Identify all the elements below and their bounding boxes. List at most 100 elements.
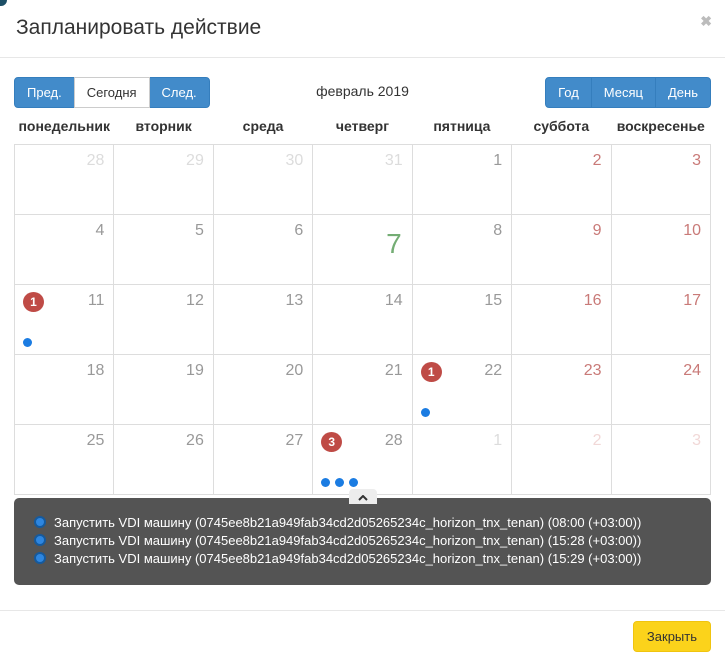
event-dots <box>23 338 32 347</box>
day-cell-22[interactable]: 1 22 <box>412 355 511 425</box>
day-cell-17[interactable]: 17 <box>611 285 710 355</box>
weekday-header: среда <box>213 112 312 145</box>
day-cell-3[interactable]: 3 <box>611 425 710 495</box>
calendar-week-row: 252627328123 <box>15 425 711 495</box>
day-number: 15 <box>484 292 502 310</box>
day-number: 5 <box>195 222 204 240</box>
calendar-week-row: 18 19 20 21 1 22 23 24 <box>15 355 711 425</box>
day-cell-26[interactable]: 26 <box>114 425 213 495</box>
day-cell-18[interactable]: 18 <box>15 355 114 425</box>
day-cell-10[interactable]: 10 <box>611 215 710 285</box>
day-number: 11 <box>88 292 105 310</box>
day-number: 7 <box>386 228 402 260</box>
day-number: 27 <box>285 432 303 450</box>
event-dots <box>421 408 430 417</box>
day-cell-9[interactable]: 9 <box>512 215 611 285</box>
day-cell-15[interactable]: 15 <box>412 285 511 355</box>
modal-header: Запланировать действие ✖ <box>0 0 725 58</box>
event-dot-icon <box>321 478 330 487</box>
day-number: 16 <box>584 292 602 310</box>
event-text: Запустить VDI машину (0745ee8b21a949fab3… <box>54 515 641 530</box>
view--button[interactable]: Год <box>545 77 592 108</box>
nav--button[interactable]: Сегодня <box>74 77 150 108</box>
day-number: 2 <box>593 152 602 170</box>
view--button[interactable]: Месяц <box>591 77 656 108</box>
day-cell-6[interactable]: 6 <box>213 215 312 285</box>
close-icon[interactable]: ✖ <box>700 14 712 28</box>
event-count-badge: 1 <box>23 292 44 312</box>
collapse-tab[interactable] <box>349 489 377 504</box>
day-cell-29[interactable]: 29 <box>114 145 213 215</box>
day-cell-31[interactable]: 31 <box>313 145 412 215</box>
event-dot-icon <box>421 408 430 417</box>
day-cell-24[interactable]: 24 <box>611 355 710 425</box>
calendar-table: понедельниквторниксредачетвергпятницасуб… <box>14 112 711 495</box>
modal-title: Запланировать действие <box>16 16 710 40</box>
day-cell-12[interactable]: 12 <box>114 285 213 355</box>
day-cell-11[interactable]: 111 <box>15 285 114 355</box>
event-dot-icon <box>23 338 32 347</box>
nav--button[interactable]: Пред. <box>14 77 75 108</box>
close-button[interactable]: Закрыть <box>633 621 711 652</box>
day-cell-28[interactable]: 3 28 <box>313 425 412 495</box>
view--button[interactable]: День <box>655 77 711 108</box>
day-number: 23 <box>584 362 602 380</box>
day-number: 1 <box>493 432 502 450</box>
day-cell-7[interactable]: 7 <box>313 215 412 285</box>
calendar-week-row: 111121314151617 <box>15 285 711 355</box>
weekday-header: понедельник <box>15 112 114 145</box>
day-number: 8 <box>493 222 502 240</box>
event-bullet-icon <box>34 552 46 564</box>
event-list-item[interactable]: Запустить VDI машину (0745ee8b21a949fab3… <box>34 549 693 567</box>
day-number: 28 <box>87 152 105 170</box>
day-cell-13[interactable]: 13 <box>213 285 312 355</box>
day-cell-23[interactable]: 23 <box>512 355 611 425</box>
day-number: 19 <box>186 362 204 380</box>
day-cell-3[interactable]: 3 <box>611 145 710 215</box>
event-list-item[interactable]: Запустить VDI машину (0745ee8b21a949fab3… <box>34 513 693 531</box>
day-cell-4[interactable]: 4 <box>15 215 114 285</box>
day-cell-28[interactable]: 28 <box>15 145 114 215</box>
day-cell-8[interactable]: 8 <box>412 215 511 285</box>
day-cell-30[interactable]: 30 <box>213 145 312 215</box>
day-cell-2[interactable]: 2 <box>512 145 611 215</box>
event-count-badge: 1 <box>421 362 442 382</box>
day-number: 29 <box>186 152 204 170</box>
day-number: 13 <box>285 292 303 310</box>
day-cell-14[interactable]: 14 <box>313 285 412 355</box>
day-cell-20[interactable]: 20 <box>213 355 312 425</box>
day-cell-16[interactable]: 16 <box>512 285 611 355</box>
day-cell-27[interactable]: 27 <box>213 425 312 495</box>
event-count-badge: 3 <box>321 432 342 452</box>
event-list-item[interactable]: Запустить VDI машину (0745ee8b21a949fab3… <box>34 531 693 549</box>
day-cell-25[interactable]: 25 <box>15 425 114 495</box>
day-number: 24 <box>683 362 701 380</box>
view-switcher-group: ГодМесяцДень <box>545 77 711 108</box>
day-number: 21 <box>385 362 403 380</box>
day-cell-1[interactable]: 1 <box>412 145 511 215</box>
event-dots <box>321 478 358 487</box>
weekday-header-row: понедельниквторниксредачетвергпятницасуб… <box>15 112 711 145</box>
event-text: Запустить VDI машину (0745ee8b21a949fab3… <box>54 551 641 566</box>
day-number: 17 <box>683 292 701 310</box>
day-cell-2[interactable]: 2 <box>512 425 611 495</box>
weekday-header: вторник <box>114 112 213 145</box>
day-number: 10 <box>683 222 701 240</box>
weekday-header: пятница <box>412 112 511 145</box>
day-cell-1[interactable]: 1 <box>412 425 511 495</box>
event-bullet-icon <box>34 534 46 546</box>
day-number: 9 <box>593 222 602 240</box>
day-cell-19[interactable]: 19 <box>114 355 213 425</box>
day-number: 22 <box>484 362 502 380</box>
event-list: Запустить VDI машину (0745ee8b21a949fab3… <box>34 513 693 567</box>
day-number: 1 <box>493 152 502 170</box>
events-tooltip: Запустить VDI машину (0745ee8b21a949fab3… <box>14 498 711 585</box>
day-number: 28 <box>385 432 403 450</box>
day-number: 6 <box>294 222 303 240</box>
day-cell-21[interactable]: 21 <box>313 355 412 425</box>
calendar-nav-group: Пред.СегодняСлед. <box>14 77 210 108</box>
day-cell-5[interactable]: 5 <box>114 215 213 285</box>
day-number: 2 <box>593 432 602 450</box>
nav--button[interactable]: След. <box>149 77 210 108</box>
day-number: 30 <box>285 152 303 170</box>
